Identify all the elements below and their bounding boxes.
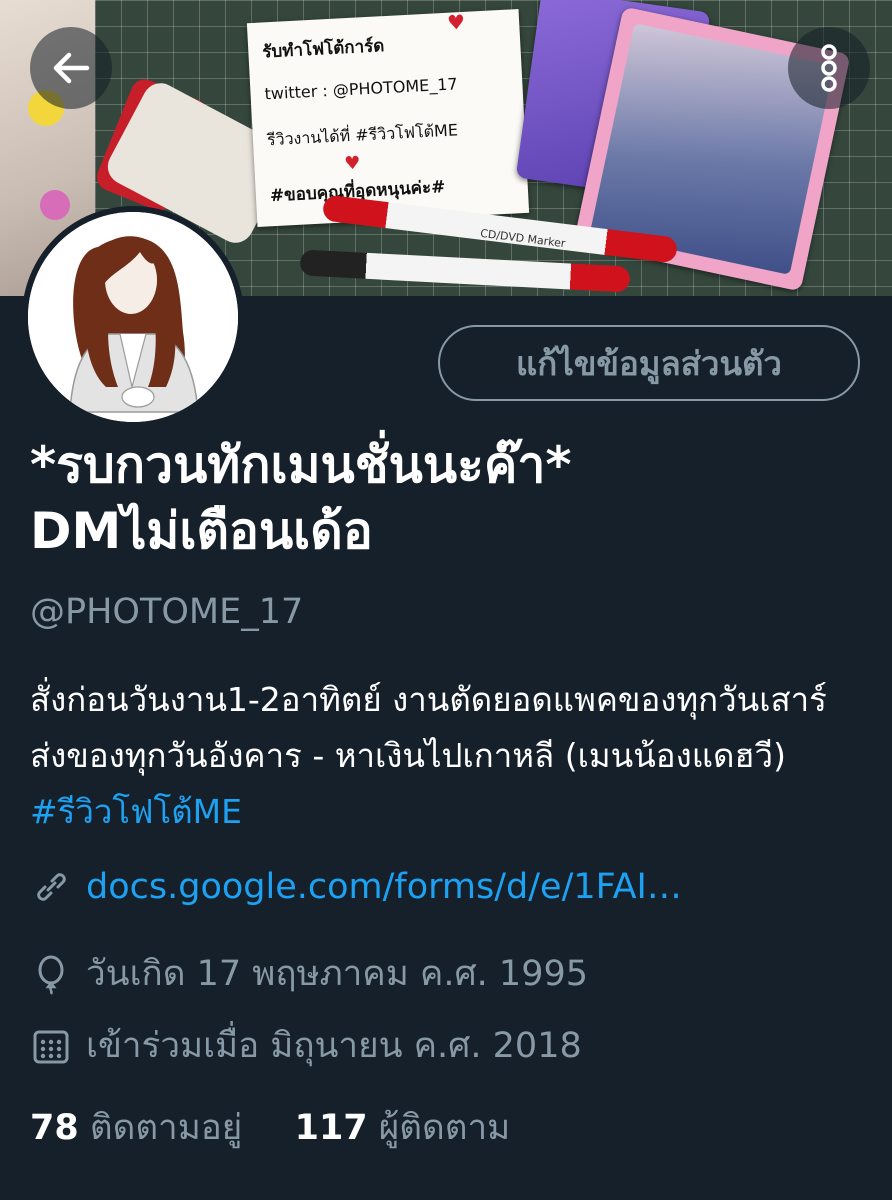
followers-link[interactable]: 117 ผู้ติดตาม	[295, 1108, 511, 1148]
profile-bio: สั่งก่อนวันงาน1-2อาทิตย์ งานตัดยอดแพคของ…	[30, 672, 860, 840]
note-line: รับทำโฟโต้การ์ด	[261, 36, 385, 63]
follow-counts: 78 ติดตามอยู่ 117 ผู้ติดตาม	[30, 1100, 510, 1155]
display-name-line: *รบกวนทักเมนชั่นนะค๊า*	[30, 436, 572, 494]
followers-count: 117	[294, 1108, 368, 1148]
arrow-left-icon	[53, 52, 90, 84]
avatar-illustration	[28, 212, 238, 422]
bio-text: สั่งก่อนวันงาน1-2อาทิตย์ งานตัดยอดแพคของ…	[30, 680, 827, 775]
banner-decoration	[40, 190, 70, 220]
more-options-button[interactable]	[788, 27, 870, 109]
calendar-icon	[33, 1030, 69, 1063]
joined-text: เข้าร่วมเมื่อ มิถุนายน ค.ศ. 2018	[86, 1026, 582, 1066]
edit-profile-button[interactable]: แก้ไขข้อมูลส่วนตัว	[438, 325, 860, 401]
user-handle: @PHOTOME_17	[30, 592, 304, 632]
note-line: twitter : @PHOTOME_17	[264, 74, 459, 104]
profile-avatar[interactable]	[22, 206, 244, 428]
followers-label: ผู้ติดตาม	[378, 1108, 511, 1148]
heart-icon: ♥	[343, 152, 362, 175]
profile-birthday-row: วันเกิด 17 พฤษภาคม ค.ศ. 1995	[30, 946, 588, 1001]
profile-website-link[interactable]: docs.google.com/forms/d/e/1FAI…	[86, 867, 682, 907]
display-name-line: DMไม่เตือนเด้อ	[30, 502, 373, 560]
note-line: รีวิวงานได้ที่ #รีวิวโฟโต้ME	[266, 120, 459, 150]
profile-website-row: docs.google.com/forms/d/e/1FAI…	[30, 866, 682, 908]
following-link[interactable]: 78 ติดตามอยู่	[30, 1108, 242, 1148]
display-name: *รบกวนทักเมนชั่นนะค๊า* DMไม่เตือนเด้อ	[30, 432, 870, 564]
balloon-icon	[38, 955, 64, 995]
vertical-dots-icon	[821, 44, 837, 92]
bio-hashtag-link[interactable]: #รีวิวโฟโต้ME	[30, 792, 242, 831]
link-icon	[37, 873, 66, 901]
following-count: 78	[30, 1108, 79, 1148]
profile-joined-row: เข้าร่วมเมื่อ มิถุนายน ค.ศ. 2018	[30, 1018, 582, 1073]
back-button[interactable]	[30, 27, 112, 109]
banner-handwritten-note: รับทำโฟโต้การ์ด twitter : @PHOTOME_17 รี…	[246, 9, 530, 227]
heart-icon: ♥	[446, 9, 466, 35]
following-label: ติดตามอยู่	[89, 1108, 243, 1148]
birthday-text: วันเกิด 17 พฤษภาคม ค.ศ. 1995	[86, 954, 588, 994]
